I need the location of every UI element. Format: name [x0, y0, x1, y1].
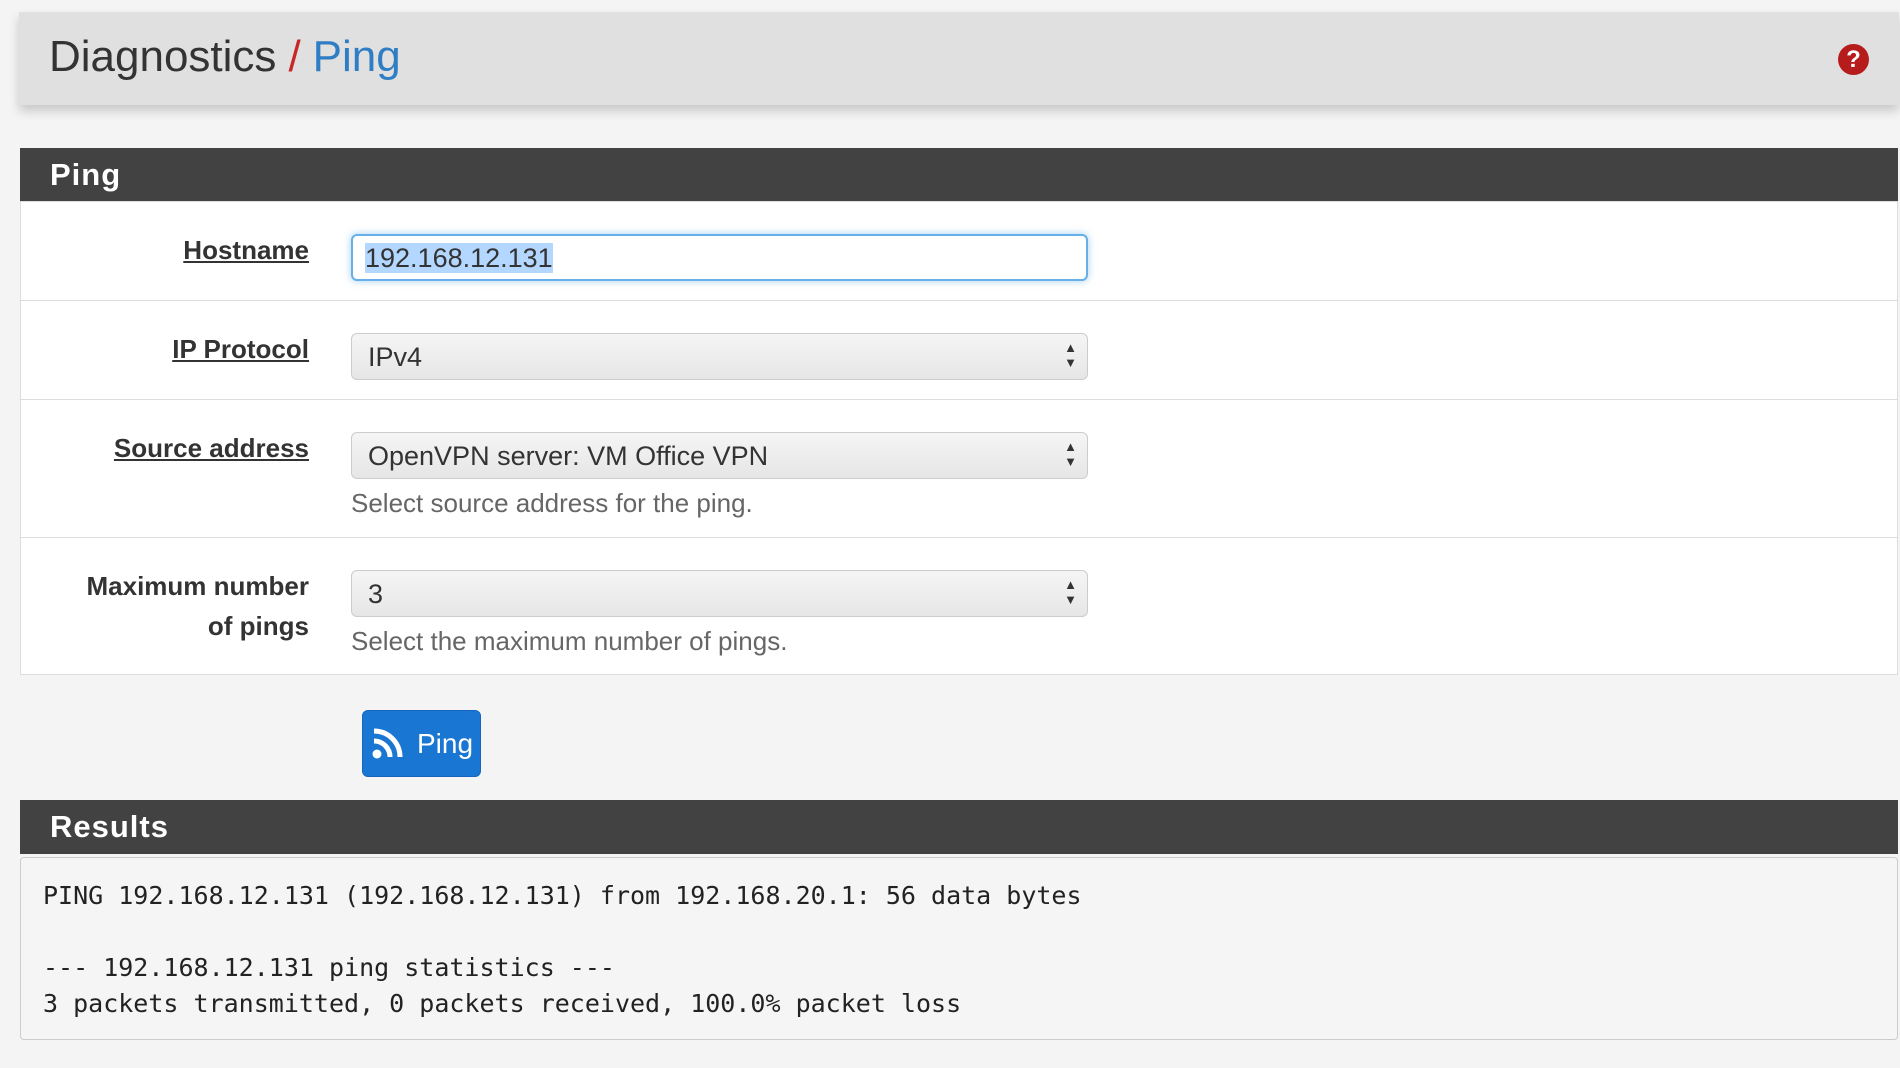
hostname-value: 192.168.12.131 — [365, 243, 553, 273]
source-address-label[interactable]: Source address — [114, 428, 309, 468]
max-pings-value: 3 — [368, 579, 384, 609]
source-address-row: Source address OpenVPN server: VM Office… — [21, 400, 1897, 538]
ip-protocol-label[interactable]: IP Protocol — [172, 329, 309, 369]
max-pings-select[interactable]: 3 ▲ ▼ — [351, 570, 1088, 617]
select-arrows-icon: ▲ ▼ — [1064, 577, 1077, 607]
source-address-help: Select source address for the ping. — [351, 488, 753, 518]
source-address-value: OpenVPN server: VM Office VPN — [368, 441, 769, 471]
select-arrows-icon: ▲ ▼ — [1064, 439, 1077, 469]
question-circle-icon[interactable]: ? — [1838, 44, 1869, 75]
results-panel-heading: Results — [20, 800, 1898, 854]
hostname-row: Hostname 192.168.12.131 — [21, 202, 1897, 301]
results-output: PING 192.168.12.131 (192.168.12.131) fro… — [20, 857, 1898, 1040]
max-pings-label-line2: of pings — [207, 611, 309, 641]
breadcrumb: Diagnostics / Ping — [49, 32, 401, 82]
ping-button-label: Ping — [417, 727, 474, 759]
hostname-label[interactable]: Hostname — [183, 230, 309, 270]
max-pings-label: Maximum number of pings — [87, 566, 310, 646]
hostname-input[interactable]: 192.168.12.131 — [351, 234, 1088, 281]
max-pings-label-line1: Maximum number — [86, 571, 310, 601]
breadcrumb-current[interactable]: Ping — [313, 32, 401, 81]
breadcrumb-section[interactable]: Diagnostics — [49, 32, 276, 81]
page-header: Diagnostics / Ping ? — [19, 12, 1899, 105]
ip-protocol-select[interactable]: IPv4 ▲ ▼ — [351, 333, 1088, 380]
breadcrumb-separator: / — [288, 32, 301, 81]
rss-icon — [372, 728, 403, 758]
max-pings-row: Maximum number of pings 3 ▲ ▼ Select the ma… — [21, 538, 1897, 674]
source-address-select[interactable]: OpenVPN server: VM Office VPN ▲ ▼ — [351, 432, 1088, 479]
ping-panel-heading: Ping — [20, 148, 1898, 201]
ping-button[interactable]: Ping — [362, 710, 481, 777]
ping-form: Hostname 192.168.12.131 IP Protocol IPv4… — [20, 201, 1898, 675]
select-arrows-icon: ▲ ▼ — [1064, 340, 1077, 370]
max-pings-help: Select the maximum number of pings. — [351, 626, 788, 656]
ip-protocol-value: IPv4 — [368, 342, 423, 372]
ip-protocol-row: IP Protocol IPv4 ▲ ▼ — [21, 301, 1897, 400]
